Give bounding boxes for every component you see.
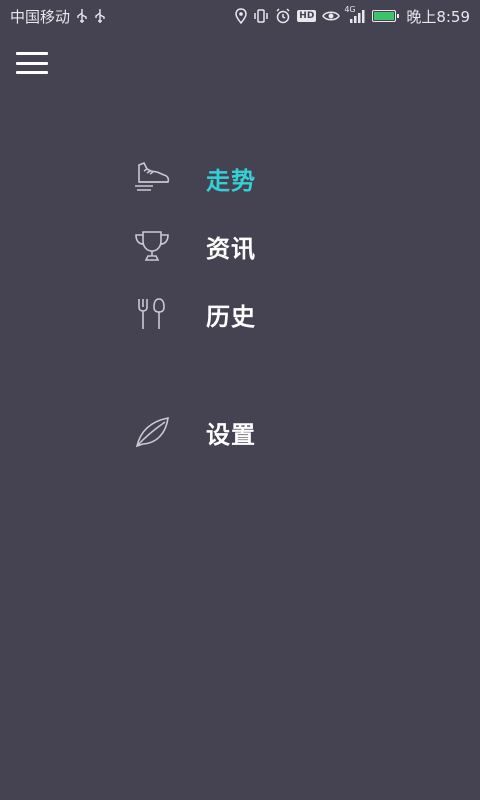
battery-level bbox=[374, 12, 395, 20]
menu-item-history[interactable]: 历史 bbox=[132, 296, 256, 332]
carrier-label: 中国移动 bbox=[10, 7, 71, 26]
network-type-label: 4G bbox=[344, 5, 356, 14]
signal-icon: 4G bbox=[344, 5, 366, 23]
menu-item-label: 资讯 bbox=[206, 234, 256, 263]
alarm-icon bbox=[275, 8, 291, 24]
vibrate-icon bbox=[253, 8, 269, 24]
trophy-icon bbox=[132, 228, 172, 264]
menu-toggle-icon[interactable] bbox=[16, 52, 48, 74]
menu-item-trend[interactable]: 走势 bbox=[132, 160, 256, 196]
usb-icon bbox=[76, 9, 88, 23]
status-bar: 中国移动 HD 4G 晚上8:59 bbox=[0, 0, 480, 32]
menu-item-news[interactable]: 资讯 bbox=[132, 228, 256, 264]
clock-label: 晚上8:59 bbox=[406, 7, 470, 26]
fork-spoon-icon bbox=[132, 296, 172, 332]
hd-badge: HD bbox=[297, 10, 317, 22]
menu-item-settings[interactable]: 设置 bbox=[132, 414, 256, 450]
leaf-icon bbox=[132, 414, 172, 450]
usb-debug-icon bbox=[94, 9, 106, 23]
menu-item-label: 历史 bbox=[206, 302, 256, 331]
running-shoe-icon bbox=[132, 160, 172, 196]
menu-item-label: 走势 bbox=[206, 166, 256, 195]
eye-icon bbox=[322, 9, 341, 23]
battery-icon bbox=[372, 10, 400, 22]
menu-item-label: 设置 bbox=[206, 420, 256, 449]
location-icon bbox=[235, 8, 248, 24]
